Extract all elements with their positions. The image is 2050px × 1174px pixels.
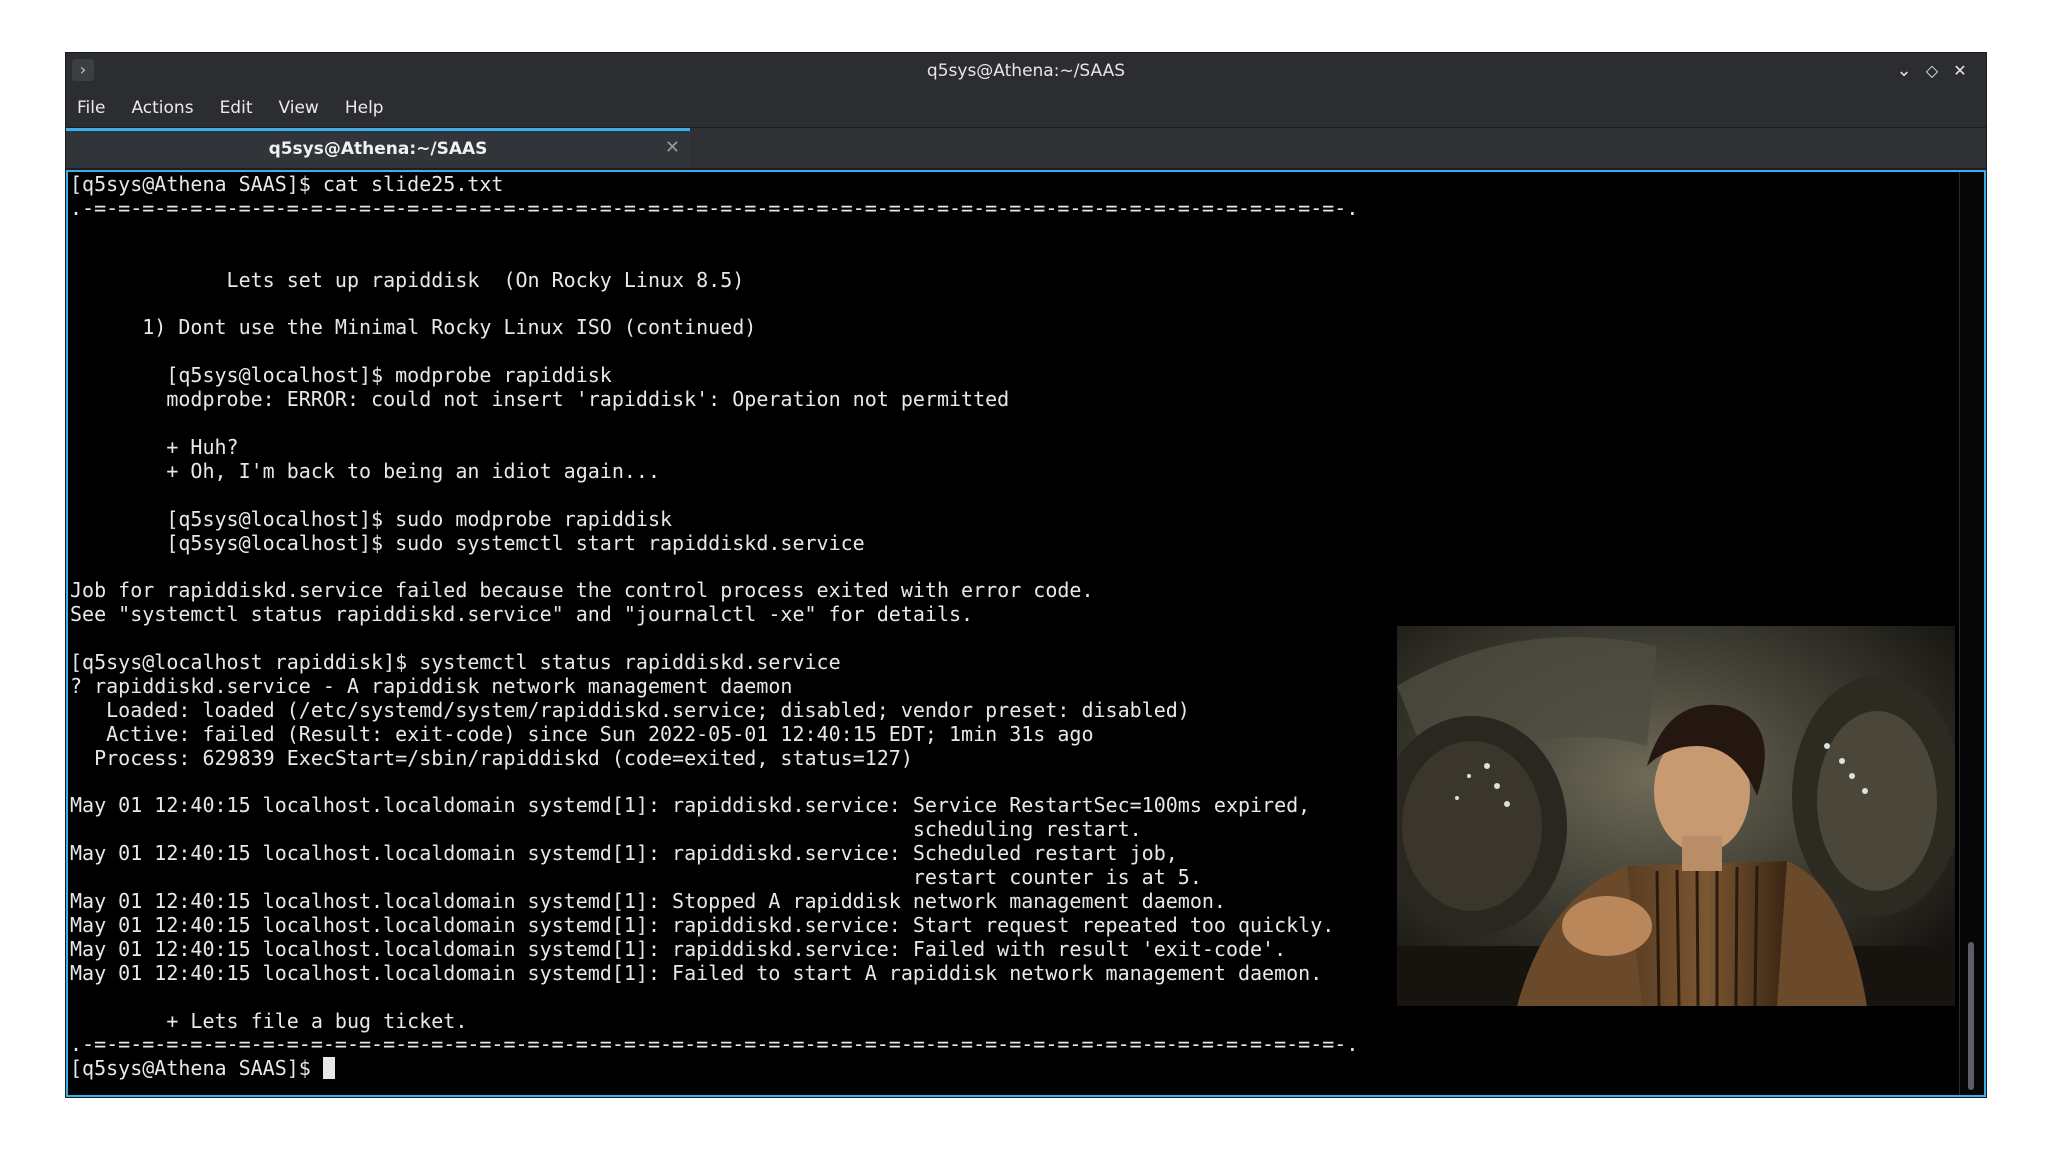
terminal-line: 1) Dont use the Minimal Rocky Linux ISO … [70, 315, 757, 340]
minimize-icon[interactable]: ⌄ [1892, 53, 1916, 89]
terminal-line: [q5sys@localhost rapiddisk]$ systemctl s… [70, 650, 841, 674]
terminal-line: restart counter is at 5. [70, 865, 1202, 890]
terminal-window: › q5sys@Athena:~/SAAS ⌄ ◇ ✕ File Actions E… [66, 53, 1986, 1097]
terminal-line: + Huh? [70, 434, 239, 459]
maximize-icon[interactable]: ◇ [1920, 53, 1944, 89]
terminal-line: .-=-=-=-=-=-=-=-=-=-=-=-=-=-=-=-=-=-=-=-… [70, 1032, 1359, 1057]
terminal-line: [q5sys@localhost]$ sudo modprobe rapiddi… [70, 506, 673, 531]
terminal-line: Lets set up rapiddisk (On Rocky Linux 8.… [70, 267, 745, 292]
shell-prompt: [q5sys@Athena SAAS]$ [70, 1056, 323, 1081]
tab-terminal[interactable]: q5sys@Athena:~/SAAS ✕ [66, 128, 690, 168]
terminal-line: May 01 12:40:15 localhost.localdomain sy… [70, 793, 1311, 818]
window-title: q5sys@Athena:~/SAAS [926, 61, 1126, 81]
terminal-line: Loaded: loaded (/etc/systemd/system/rapi… [70, 697, 1190, 722]
terminal-line: May 01 12:40:15 localhost.localdomain sy… [70, 960, 1323, 985]
video-still-image [1397, 626, 1955, 1006]
terminal-line: May 01 12:40:15 localhost.localdomain sy… [70, 936, 1287, 961]
menu-actions[interactable]: Actions [118, 89, 206, 127]
terminal-line: [q5sys@localhost]$ sudo systemctl start … [70, 530, 865, 555]
prompt-line[interactable]: [q5sys@Athena SAAS]$ [70, 1056, 335, 1080]
terminal-line: modprobe: ERROR: could not insert 'rapid… [70, 387, 1010, 412]
terminal-line: + Oh, I'm back to being an idiot again..… [70, 458, 661, 483]
menu-help[interactable]: Help [332, 89, 397, 127]
menu-bar: File Actions Edit View Help [66, 89, 1986, 128]
terminal-line: [q5sys@Athena SAAS]$ cat slide25.txt [70, 172, 504, 196]
terminal-line: Job for rapiddiskd.service failed becaus… [70, 578, 1094, 603]
terminal-line: + Lets file a bug ticket. [70, 1008, 468, 1033]
terminal-line: May 01 12:40:15 localhost.localdomain sy… [70, 841, 1178, 866]
menu-view[interactable]: View [265, 89, 331, 127]
terminal-line: [q5sys@localhost]$ modprobe rapiddisk [70, 363, 612, 388]
terminal-line: Active: failed (Result: exit-code) since… [70, 721, 1094, 746]
vertical-scrollbar[interactable] [1959, 172, 1984, 1095]
terminal-line: ? rapiddiskd.service - A rapiddisk netwo… [70, 673, 793, 698]
video-frame [1397, 626, 1955, 1006]
text-cursor [322, 1057, 335, 1080]
terminal-line: May 01 12:40:15 localhost.localdomain sy… [70, 912, 1335, 937]
terminal-line: scheduling restart. [70, 817, 1142, 842]
terminal-line: See "systemctl status rapiddiskd.service… [70, 602, 974, 627]
terminal-view[interactable]: [q5sys@Athena SAAS]$ cat slide25.txt .-=-… [66, 170, 1986, 1097]
menu-edit[interactable]: Edit [207, 89, 266, 127]
tab-label: q5sys@Athena:~/SAAS [268, 139, 488, 159]
terminal-line: May 01 12:40:15 localhost.localdomain sy… [70, 889, 1226, 913]
tab-close-icon[interactable]: ✕ [665, 131, 680, 165]
terminal-line: Process: 629839 ExecStart=/sbin/rapiddis… [70, 745, 913, 770]
close-icon[interactable]: ✕ [1948, 53, 1972, 89]
scrollbar-thumb[interactable] [1968, 942, 1974, 1090]
title-bar[interactable]: › q5sys@Athena:~/SAAS ⌄ ◇ ✕ [66, 53, 1986, 89]
terminal-line: .-=-=-=-=-=-=-=-=-=-=-=-=-=-=-=-=-=-=-=-… [70, 195, 1359, 220]
menu-file[interactable]: File [66, 89, 118, 127]
tab-bar: q5sys@Athena:~/SAAS ✕ [66, 128, 1986, 170]
